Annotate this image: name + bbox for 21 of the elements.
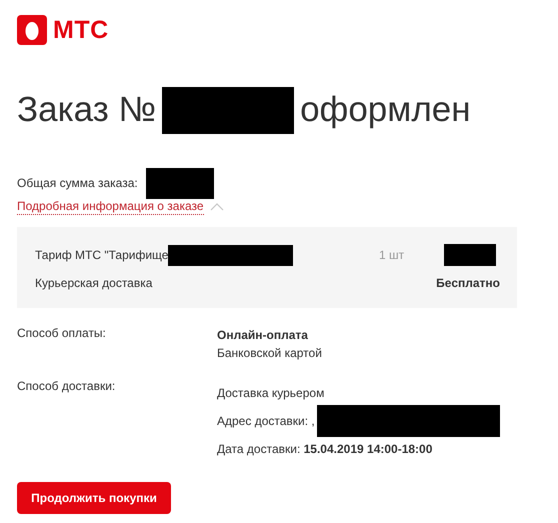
info-value: Онлайн-оплата [217,327,308,344]
info-value: Доставка курьером [217,385,324,402]
item-name: Тариф МТС "Тарифище [35,248,168,262]
total-label: Общая сумма заказа: [17,176,138,190]
info-value: Дата доставки: 15.04.2019 14:00-18:00 [217,441,432,458]
item-price: Бесплатно [436,276,500,290]
order-status: оформлен [300,90,471,130]
info-value: Банковской картой [217,345,322,362]
chevron-icon[interactable] [210,203,224,211]
continue-shopping-button[interactable]: Продолжить покупки [17,482,171,514]
item-name: Курьерская доставка [35,276,152,290]
details-link[interactable]: Подробная информация о заказе [17,199,204,215]
info-label: Способ оплаты: [17,326,107,342]
order-title: Заказ № [17,90,156,130]
logo-text: МТС [53,16,109,44]
redaction-bar [444,244,496,266]
info-value: Адрес доставки: , [217,413,315,430]
logo-icon [17,15,47,45]
info-label: Способ доставки: [17,379,116,395]
item-quantity: 1 шт [379,248,406,262]
redaction-bar [146,168,214,198]
